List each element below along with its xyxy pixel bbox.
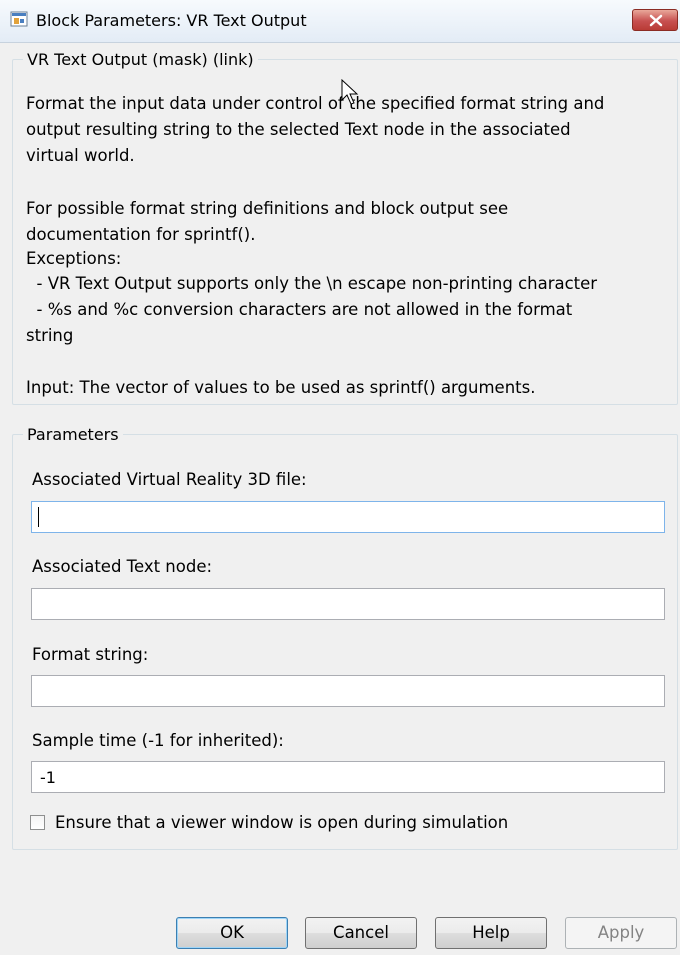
description-line: For possible format string definitions a…	[26, 199, 509, 218]
text-caret	[38, 507, 39, 527]
close-button[interactable]	[632, 9, 678, 31]
ok-button[interactable]: OK	[176, 917, 288, 949]
sample-time-input[interactable]	[31, 761, 665, 793]
block-parameters-dialog: Block Parameters: VR Text Output VR Text…	[0, 0, 680, 955]
description-line: Exceptions:	[26, 249, 122, 268]
title-bar[interactable]: Block Parameters: VR Text Output	[0, 0, 680, 43]
sample-time-label: Sample time (-1 for inherited):	[32, 731, 284, 750]
description-line: string	[26, 326, 74, 345]
vr-file-label: Associated Virtual Reality 3D file:	[32, 470, 307, 489]
simulink-block-icon	[10, 11, 28, 27]
help-button[interactable]: Help	[435, 917, 547, 949]
description-group-title: VR Text Output (mask) (link)	[27, 50, 254, 69]
text-node-input[interactable]	[31, 588, 665, 620]
description-line: Input: The vector of values to be used a…	[26, 378, 536, 397]
vr-file-input[interactable]	[31, 501, 665, 533]
format-string-label: Format string:	[32, 645, 149, 664]
format-string-input[interactable]	[31, 675, 665, 707]
description-line: output resulting string to the selected …	[26, 120, 571, 139]
mouse-pointer-icon	[341, 79, 359, 105]
viewer-checkbox-label[interactable]: Ensure that a viewer window is open duri…	[55, 813, 508, 832]
text-node-label: Associated Text node:	[32, 557, 213, 576]
apply-button[interactable]: Apply	[565, 917, 677, 949]
viewer-checkbox[interactable]	[30, 815, 45, 830]
description-line: virtual world.	[26, 146, 135, 165]
close-icon	[649, 14, 663, 27]
parameters-group-title: Parameters	[27, 425, 119, 444]
description-line: documentation for sprintf().	[26, 225, 256, 244]
description-line: - VR Text Output supports only the \n es…	[26, 274, 598, 293]
window-title: Block Parameters: VR Text Output	[36, 11, 307, 30]
cancel-button[interactable]: Cancel	[305, 917, 417, 949]
description-line: - %s and %c conversion characters are no…	[26, 300, 573, 319]
